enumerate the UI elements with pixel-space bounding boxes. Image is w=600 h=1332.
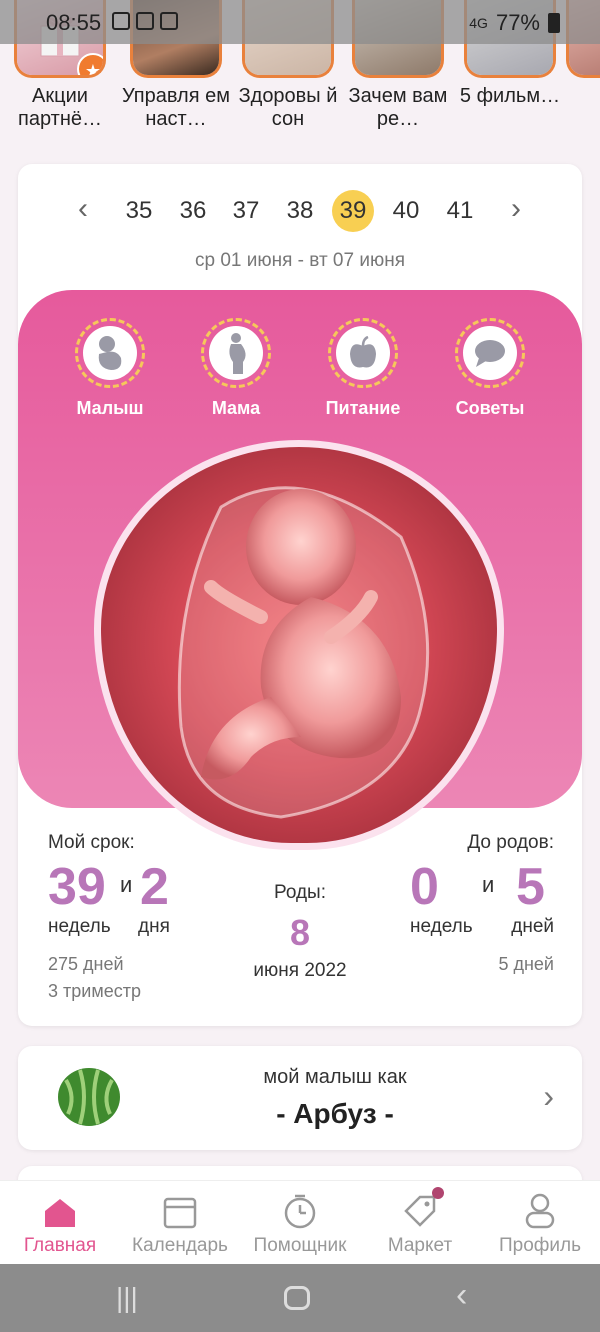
nav-home[interactable]: Главная <box>0 1181 120 1257</box>
category-label: Мама <box>211 398 261 418</box>
image-icon <box>136 12 154 30</box>
term-weeks: 39 <box>48 858 106 916</box>
until-days: 5 <box>516 858 545 916</box>
app-icon <box>160 12 178 30</box>
chevron-right-icon: › <box>543 1078 554 1114</box>
next-week-icon[interactable]: › <box>501 192 531 226</box>
until-total-days: 5 дней <box>498 954 554 974</box>
nav-market[interactable]: Маркет <box>360 1181 480 1257</box>
story-label: Зачем вам ре… <box>348 85 448 130</box>
until-weeks-unit: недель <box>410 916 473 937</box>
baby-icon <box>98 336 122 370</box>
nav-label: Главная <box>23 1235 97 1256</box>
until-days-unit: дней <box>511 916 554 937</box>
home-icon <box>45 1199 75 1227</box>
home-button-icon[interactable] <box>284 1286 310 1310</box>
my-term-title: Мой срок: <box>48 832 135 853</box>
status-right: 4G 77% <box>469 10 560 36</box>
nav-profile[interactable]: Профиль <box>480 1181 600 1257</box>
baby-size-caption: мой малыш как <box>263 1066 407 1088</box>
recent-apps-icon[interactable]: ||| <box>116 1282 138 1314</box>
story-label: Акции партнё… <box>18 85 102 130</box>
until-and: и <box>482 872 495 897</box>
star-badge-icon: ★ <box>77 53 103 75</box>
week-selector: ‹ 35 36 37 38 39 40 41 › <box>18 190 582 232</box>
until-weeks: 0 <box>410 858 439 916</box>
notification-dot <box>432 1187 444 1199</box>
prev-week-icon[interactable]: ‹ <box>68 192 98 226</box>
until-birth: До родов: 0 и 5 недель дней 5 дней <box>404 832 554 975</box>
baby-size-fruit: - Арбуз - <box>276 1098 394 1129</box>
category-label: Малыш <box>76 398 144 418</box>
term-weeks-unit: недель <box>48 916 111 937</box>
status-bar: 08:55 4G 77% <box>0 0 600 44</box>
category-nutrition[interactable]: Питание <box>303 318 423 419</box>
term-trimester: 3 триместр <box>48 981 141 1001</box>
week-38[interactable]: 38 <box>279 190 321 232</box>
watermelon-icon <box>58 1068 120 1126</box>
back-icon[interactable]: ‹ <box>456 1276 467 1315</box>
category-label: Советы <box>455 398 525 418</box>
category-label: Питание <box>325 398 401 418</box>
nav-label: Помощник <box>253 1235 347 1256</box>
battery-icon <box>548 13 560 33</box>
nav-label: Маркет <box>387 1235 453 1256</box>
nav-label: Календарь <box>132 1235 228 1256</box>
timer-icon <box>284 1194 316 1229</box>
term-total-days: 275 дней <box>48 954 124 974</box>
tag-icon <box>404 1195 436 1227</box>
category-mother[interactable]: Мама <box>176 318 296 419</box>
term-days-unit: дня <box>138 916 170 937</box>
system-navigation-bar: ||| ‹ <box>0 1264 600 1332</box>
birth-day: 8 <box>289 912 311 953</box>
my-term: Мой срок: 39 и 2 недель дня 275 дней 3 т… <box>48 832 218 1002</box>
network-label: 4G <box>469 15 488 31</box>
category-tips[interactable]: Советы <box>430 318 550 419</box>
week-41[interactable]: 41 <box>439 190 481 232</box>
chat-bubble-icon <box>475 340 505 367</box>
category-baby[interactable]: Малыш <box>50 318 170 419</box>
status-time: 08:55 <box>46 10 102 35</box>
calendar-icon <box>163 1197 197 1229</box>
week-35[interactable]: 35 <box>118 190 160 232</box>
apple-icon <box>350 336 376 368</box>
week-37[interactable]: 37 <box>225 190 267 232</box>
week-40[interactable]: 40 <box>385 190 427 232</box>
term-and: и <box>120 872 133 897</box>
week-39-active[interactable]: 39 <box>332 190 374 232</box>
mother-icon <box>229 333 246 374</box>
baby-size-card[interactable]: мой малыш как - Арбуз - › <box>18 1046 582 1150</box>
until-title: До родов: <box>467 832 554 853</box>
birth-month-year: июня 2022 <box>253 960 347 981</box>
notification-icons <box>112 12 178 30</box>
nav-calendar[interactable]: Календарь <box>120 1181 240 1257</box>
fetus-illustration[interactable] <box>94 440 504 850</box>
nav-assistant[interactable]: Помощник <box>240 1181 360 1257</box>
nav-label: Профиль <box>498 1235 582 1256</box>
term-days: 2 <box>140 858 169 916</box>
bottom-navigation: Главная Календарь Помощник Маркет Профил… <box>0 1180 600 1264</box>
fetus-image <box>177 486 430 819</box>
birth-title: Роды: <box>273 882 326 903</box>
week-36[interactable]: 36 <box>172 190 214 232</box>
story-label: Здоровы й сон <box>238 85 338 130</box>
pregnancy-week-card: ‹ 35 36 37 38 39 40 41 › ср 01 июня - вт… <box>18 164 582 1026</box>
birth-date: Роды: 8 июня 2022 <box>230 882 370 982</box>
notification-icon <box>112 12 130 30</box>
story-label: Управля ем наст… <box>122 85 230 130</box>
story-label: 5 фильм… <box>459 85 561 107</box>
battery-label: 77% <box>495 10 540 35</box>
week-date-range: ср 01 июня - вт 07 июня <box>194 250 405 271</box>
person-icon <box>525 1193 555 1229</box>
